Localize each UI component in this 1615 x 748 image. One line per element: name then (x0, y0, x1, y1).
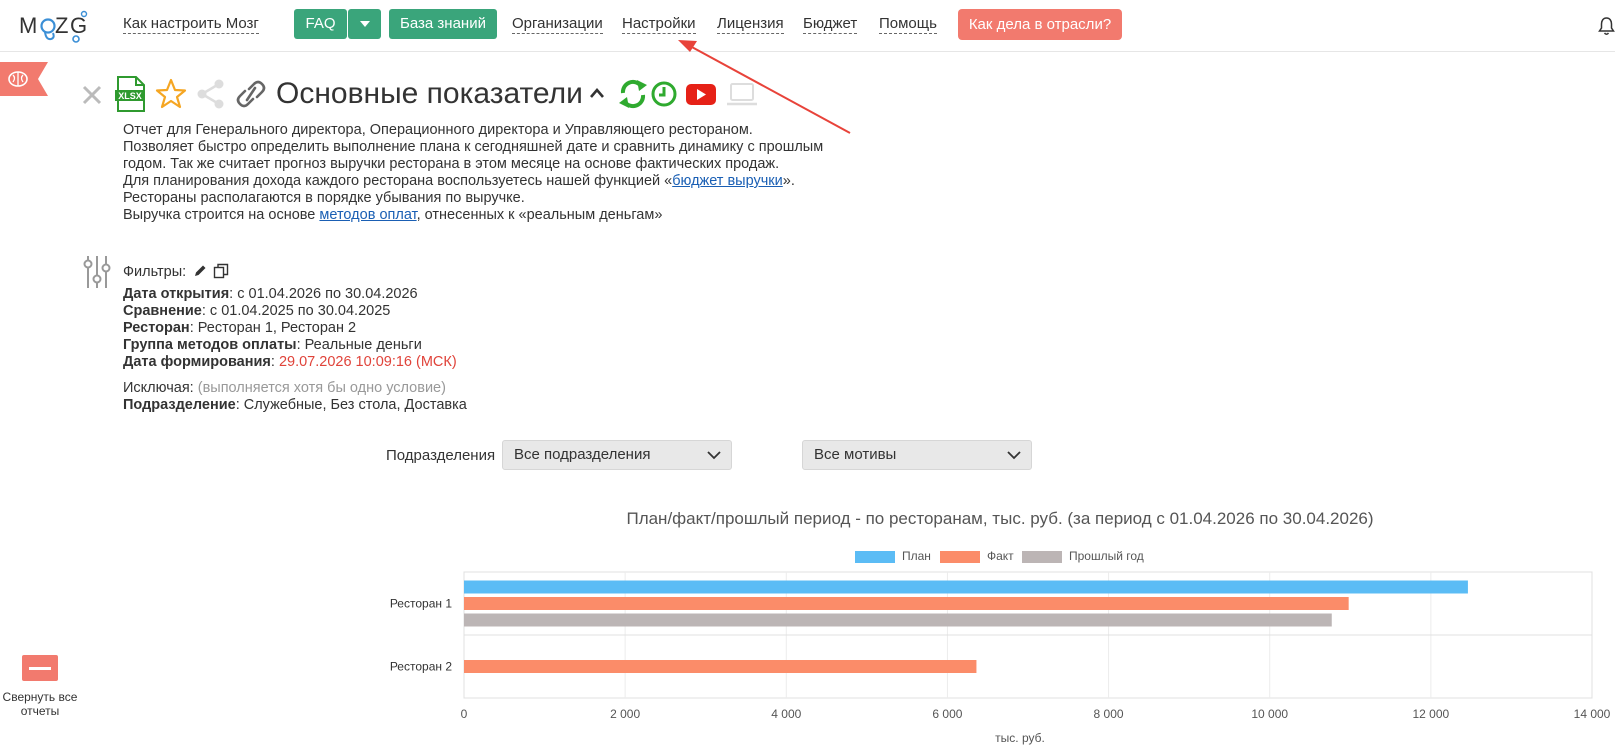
bar (464, 597, 1349, 610)
category-label: Ресторан 2 (390, 660, 452, 674)
bar (464, 580, 1468, 594)
bar-chart: 0 2 000 4 000 6 000 8 000 10 000 12 000 14 000 Р… (390, 571, 1611, 721)
x-tick-label: 0 (461, 707, 468, 721)
x-tick-label: 2 000 (610, 707, 640, 721)
chart-x-axis-label: тыс. руб. (995, 731, 1045, 745)
x-tick-label: 4 000 (771, 707, 801, 721)
x-tick-label: 10 000 (1251, 707, 1288, 721)
x-tick-label: 12 000 (1413, 707, 1450, 721)
x-tick-label: 14 000 (1574, 707, 1611, 721)
bar (464, 613, 1332, 627)
collapse-all-label[interactable]: Свернуть все отчеты (0, 690, 80, 718)
collapse-all-button[interactable] (22, 655, 58, 681)
bar (464, 660, 977, 673)
x-tick-label: 6 000 (932, 707, 962, 721)
x-tick-label: 8 000 (1094, 707, 1124, 721)
category-label: Ресторан 1 (390, 597, 452, 611)
